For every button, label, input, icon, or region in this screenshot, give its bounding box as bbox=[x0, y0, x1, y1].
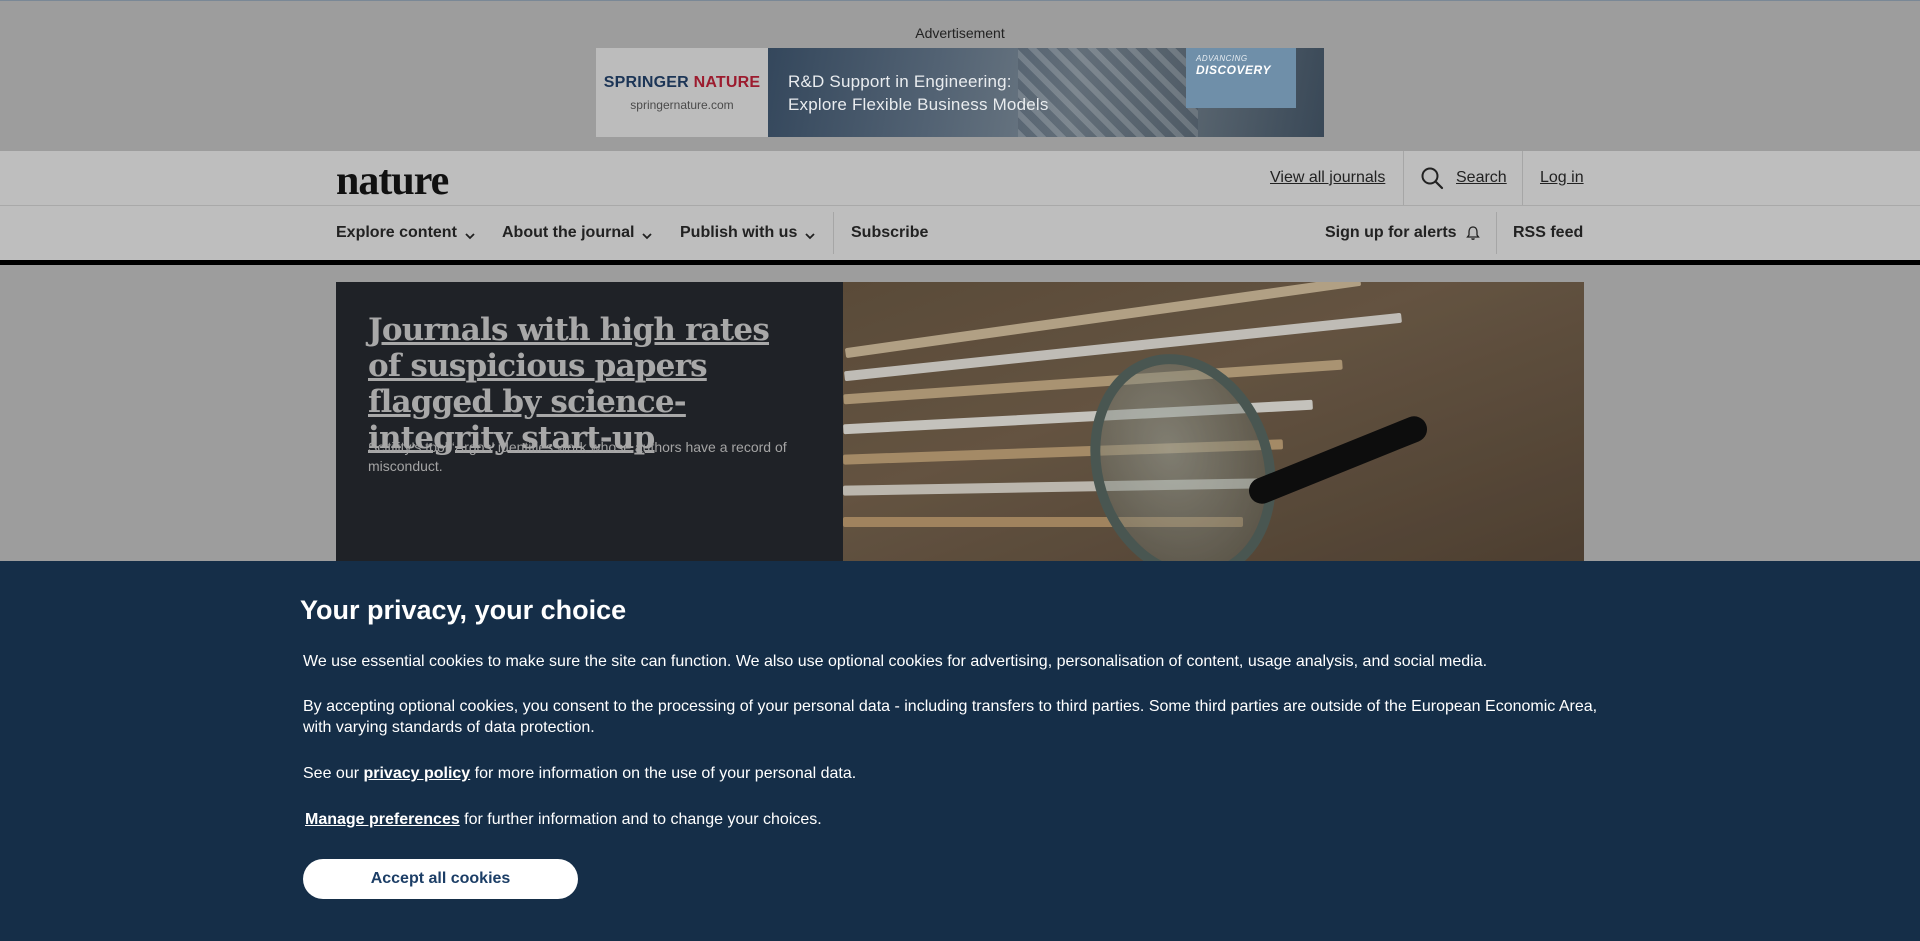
cookie-title: Your privacy, your choice bbox=[300, 595, 627, 625]
bell-icon bbox=[1465, 225, 1481, 241]
ad-photo: R&D Support in Engineering: Explore Flex… bbox=[768, 48, 1324, 137]
ad-brand: SPRINGER NATURE bbox=[596, 74, 768, 92]
image-overlay-shade bbox=[843, 282, 1584, 561]
ad-badge-small: ADVANCING bbox=[1196, 54, 1248, 63]
nav-subscribe[interactable]: Subscribe bbox=[851, 224, 928, 242]
search-icon bbox=[1420, 166, 1444, 190]
ad-copy: R&D Support in Engineering: Explore Flex… bbox=[788, 70, 1049, 116]
cookie-consent-banner: Your privacy, your choice We use essenti… bbox=[0, 561, 1920, 941]
hero-article[interactable]: Journals with high rates of suspicious p… bbox=[336, 282, 1584, 561]
ad-badge: ADVANCING DISCOVERY bbox=[1186, 48, 1296, 108]
nav-publish-label: Publish with us bbox=[680, 224, 798, 241]
cookie-paragraph-preferences: Manage preferences for further informati… bbox=[305, 809, 1605, 830]
ad-brand-url: springernature.com bbox=[630, 98, 734, 112]
site-header: nature View all journals Search Log in bbox=[0, 151, 1920, 206]
ad-logo-box: SPRINGER NATURE springernature.com bbox=[596, 48, 768, 137]
ad-label: Advertisement bbox=[915, 25, 1005, 41]
cookie-paragraph-privacy: See our privacy policy for more informat… bbox=[303, 763, 1603, 784]
hero-title-link[interactable]: Journals with high rates of suspicious p… bbox=[368, 312, 808, 456]
cookie-preferences-suffix: for further information and to change yo… bbox=[459, 811, 822, 828]
header-divider bbox=[1522, 151, 1523, 205]
header-divider bbox=[1403, 151, 1404, 205]
nav-sign-up-alerts[interactable]: Sign up for alerts bbox=[1325, 224, 1481, 242]
cookie-privacy-suffix: for more information on the use of your … bbox=[470, 765, 857, 782]
manage-preferences-link[interactable]: Manage preferences bbox=[305, 811, 460, 828]
nav-explore-label: Explore content bbox=[336, 224, 457, 241]
search-label: Search bbox=[1456, 169, 1507, 186]
hero-description: Scitility’s tool ‘Argos’ identifies work… bbox=[368, 439, 787, 474]
advertisement-area: Advertisement SPRINGER NATURE springerna… bbox=[0, 1, 1920, 151]
main-nav: Explore content About the journal Publis… bbox=[0, 206, 1920, 260]
hero-image bbox=[843, 282, 1584, 561]
ad-brand-springer: SPRINGER bbox=[603, 74, 689, 91]
nav-divider bbox=[833, 212, 834, 254]
privacy-policy-link[interactable]: privacy policy bbox=[363, 765, 470, 782]
chevron-down-icon bbox=[642, 228, 653, 240]
hero-text-panel: Journals with high rates of suspicious p… bbox=[336, 282, 843, 561]
login-link[interactable]: Log in bbox=[1540, 169, 1584, 187]
view-all-journals-link[interactable]: View all journals bbox=[1270, 169, 1385, 187]
nature-logo[interactable]: nature bbox=[336, 157, 449, 205]
ad-headline-line1: R&D Support in Engineering: bbox=[788, 72, 1012, 91]
ad-brand-nature: NATURE bbox=[693, 74, 761, 91]
nav-explore-content[interactable]: Explore content bbox=[336, 224, 475, 242]
nav-publish-with-us[interactable]: Publish with us bbox=[680, 224, 815, 242]
page: Advertisement SPRINGER NATURE springerna… bbox=[0, 0, 1920, 941]
nav-about-label: About the journal bbox=[502, 224, 635, 241]
cookie-paragraph-consent: By accepting optional cookies, you conse… bbox=[303, 698, 1598, 736]
accept-all-cookies-button[interactable]: Accept all cookies bbox=[303, 859, 578, 899]
cookie-paragraph-essential: We use essential cookies to make sure th… bbox=[303, 653, 1488, 670]
nav-divider bbox=[1496, 212, 1497, 254]
search-button[interactable]: Search bbox=[1420, 166, 1507, 190]
nav-about-journal[interactable]: About the journal bbox=[502, 224, 653, 242]
ad-headline-line2: Explore Flexible Business Models bbox=[788, 95, 1049, 114]
ad-badge-large: DISCOVERY bbox=[1196, 63, 1271, 77]
chevron-down-icon bbox=[805, 228, 815, 240]
ad-banner[interactable]: SPRINGER NATURE springernature.com R&D S… bbox=[596, 48, 1324, 137]
chevron-down-icon bbox=[465, 228, 475, 240]
cookie-privacy-prefix: See our bbox=[303, 765, 364, 782]
nav-rss-feed[interactable]: RSS feed bbox=[1513, 224, 1583, 242]
nav-alerts-label: Sign up for alerts bbox=[1325, 224, 1457, 241]
